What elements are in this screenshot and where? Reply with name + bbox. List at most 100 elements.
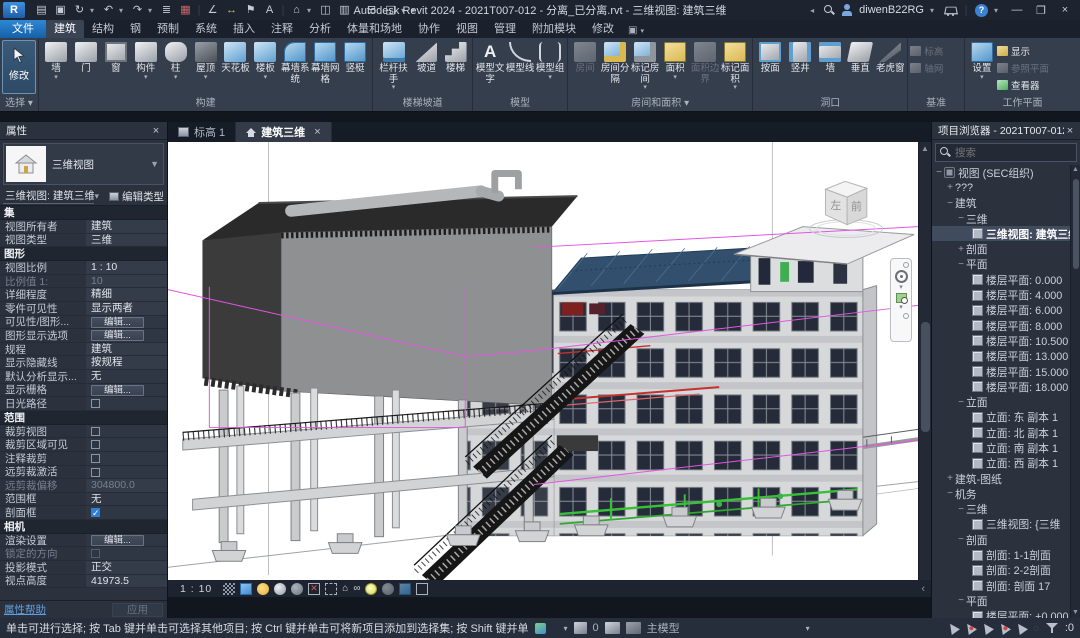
tree-item[interactable]: −三维	[932, 211, 1080, 226]
tree-item[interactable]: −机务	[932, 486, 1080, 501]
tag-room-tool[interactable]: 标记房间	[630, 40, 660, 90]
room-separator-tool[interactable]: 房间分隔	[600, 40, 630, 85]
tab-structure[interactable]: 结构	[84, 20, 122, 38]
dashed-circle-icon[interactable]: ◌	[1033, 623, 1038, 633]
3d-model-view[interactable]: 左 前	[168, 142, 918, 580]
edit-button[interactable]: 编辑...	[91, 330, 144, 341]
zoom-tool-icon[interactable]	[896, 293, 907, 303]
qat-customize-icon[interactable]: ▾	[411, 6, 419, 15]
redo-icon[interactable]: ↷	[129, 2, 146, 18]
checkbox[interactable]	[91, 468, 100, 477]
undo-icon[interactable]: ↶	[100, 2, 117, 18]
scrollbar-thumb[interactable]	[921, 322, 930, 432]
active-design-option[interactable]: 主模型	[647, 620, 680, 636]
tab-insert[interactable]: 插入	[225, 20, 263, 38]
stair-tool[interactable]: 楼梯	[441, 40, 470, 75]
tree-item[interactable]: −建筑	[932, 196, 1080, 211]
tree-item[interactable]: −立面	[932, 394, 1080, 409]
curtain-system-tool[interactable]: 幕墙系统	[280, 40, 310, 85]
minimize-button[interactable]: —	[1008, 4, 1026, 16]
switch-caret-icon[interactable]: ▾	[401, 6, 409, 15]
tab-analyze[interactable]: 分析	[301, 20, 339, 38]
rendering-dialog-icon[interactable]	[291, 583, 303, 595]
tree-item[interactable]: 楼层平面: 6.000	[932, 303, 1080, 318]
scrollbar-thumb[interactable]	[1073, 179, 1079, 269]
hscroll-left-icon[interactable]: ‹	[921, 583, 925, 595]
tree-item[interactable]: −三维	[932, 502, 1080, 517]
sync-caret-icon[interactable]: ▾	[90, 6, 98, 15]
tree-scrollbar[interactable]: ▲ ▼	[1070, 165, 1080, 618]
edit-button[interactable]: 编辑...	[91, 385, 144, 396]
tree-item[interactable]: 三维视图: {三维	[932, 517, 1080, 532]
tree-item[interactable]: −平面	[932, 593, 1080, 608]
panel-label-select[interactable]: 选择 ▾	[0, 97, 38, 110]
temporary-view-properties-icon[interactable]	[382, 583, 394, 595]
filter-icon[interactable]	[1046, 622, 1058, 634]
chevron-down-icon[interactable]: ▾	[564, 624, 568, 633]
collapse-icon[interactable]: ◂	[810, 6, 818, 15]
tree-item[interactable]: −平面	[932, 257, 1080, 272]
tree-item[interactable]: 立面: 西 副本 1	[932, 456, 1080, 471]
edit-type-button[interactable]: 编辑类型	[122, 189, 164, 204]
property-row[interactable]: 视图类型三维	[0, 234, 167, 248]
viewer-tool[interactable]: 查看器	[997, 78, 1049, 92]
select-by-face-icon[interactable]	[997, 621, 1011, 635]
roof-tool[interactable]: 屋顶	[191, 40, 221, 80]
editing-requests-icon[interactable]	[574, 622, 587, 634]
close-hidden-windows-icon[interactable]: ⊟	[363, 2, 380, 18]
user-name[interactable]: diwenB22RG	[859, 4, 924, 16]
shadows-icon[interactable]	[274, 583, 286, 595]
tree-item[interactable]: 楼层平面: +0.000	[932, 609, 1080, 618]
window-tool[interactable]: 窗	[101, 40, 131, 75]
ribbon-display-toggle[interactable]: ▣▾	[628, 25, 644, 38]
chevron-down-icon[interactable]: ▼	[150, 159, 163, 169]
chevron-down-icon[interactable]: ▾	[806, 624, 810, 633]
undo-caret-icon[interactable]: ▾	[119, 6, 127, 15]
tree-item[interactable]: 楼层平面: 10.500	[932, 333, 1080, 348]
transfer-icon[interactable]: ▦	[177, 2, 194, 18]
open-icon[interactable]: ▤	[33, 2, 50, 18]
tab-architecture[interactable]: 建筑	[46, 20, 84, 38]
checkbox[interactable]	[91, 454, 100, 463]
tab-systems[interactable]: 系统	[187, 20, 225, 38]
edit-button[interactable]: 编辑...	[91, 317, 144, 328]
instance-selector[interactable]: 三维视图: 建筑三维	[3, 188, 94, 204]
tab-annotate[interactable]: 注释	[263, 20, 301, 38]
tree-item[interactable]: +剖面	[932, 241, 1080, 256]
view3d-caret-icon[interactable]: ▾	[307, 6, 315, 15]
tree-item[interactable]: 剖面: 1-1剖面	[932, 547, 1080, 562]
tree-item[interactable]: 剖面: 剖面 17	[932, 578, 1080, 593]
sun-path-icon[interactable]	[257, 583, 269, 595]
close-icon[interactable]: ×	[1064, 125, 1076, 137]
scroll-up-icon[interactable]: ▲	[919, 142, 931, 155]
checkbox[interactable]	[91, 399, 100, 408]
tree-item[interactable]: −视图 (SEC组织)	[932, 165, 1080, 180]
navbar-options-icon[interactable]	[903, 262, 909, 268]
select-links-icon[interactable]	[946, 621, 960, 635]
vertical-opening-tool[interactable]: 垂直	[845, 40, 875, 75]
show-work-plane-tool[interactable]: 显示	[997, 44, 1049, 58]
text-icon[interactable]: A	[261, 2, 278, 18]
default-3d-view-icon[interactable]: ⌂	[288, 2, 305, 18]
viewcube-left-label[interactable]: 左	[830, 199, 841, 212]
tab-modify[interactable]: 修改	[584, 20, 622, 38]
canvas-vertical-scrollbar[interactable]: ▲	[918, 142, 931, 580]
panel-label-room-area[interactable]: 房间和面积 ▾	[568, 97, 752, 110]
visual-style-icon[interactable]	[240, 583, 252, 595]
grid-tool[interactable]: 轴网	[910, 61, 943, 75]
file-menu-button[interactable]: 文件	[0, 20, 46, 38]
type-selector[interactable]: 三维视图 ▼	[3, 143, 164, 185]
sync-icon[interactable]: ↻	[71, 2, 88, 18]
modify-button[interactable]: 修改	[2, 40, 36, 94]
show-crop-region-icon[interactable]	[325, 583, 337, 595]
tree-item-selected[interactable]: 三维视图: 建筑三维	[932, 226, 1080, 241]
worksets-icon[interactable]	[605, 622, 620, 634]
scroll-down-icon[interactable]: ▼	[1071, 608, 1080, 618]
checkbox[interactable]	[91, 440, 100, 449]
chevron-down-icon[interactable]: ▾	[94, 191, 103, 202]
opening-by-face-tool[interactable]: 按面	[755, 40, 785, 75]
wall-tool[interactable]: 墙	[41, 40, 71, 80]
drag-on-selection-icon[interactable]	[1014, 621, 1028, 635]
store-cart-icon[interactable]	[944, 5, 957, 16]
design-options-icon[interactable]	[626, 622, 641, 634]
